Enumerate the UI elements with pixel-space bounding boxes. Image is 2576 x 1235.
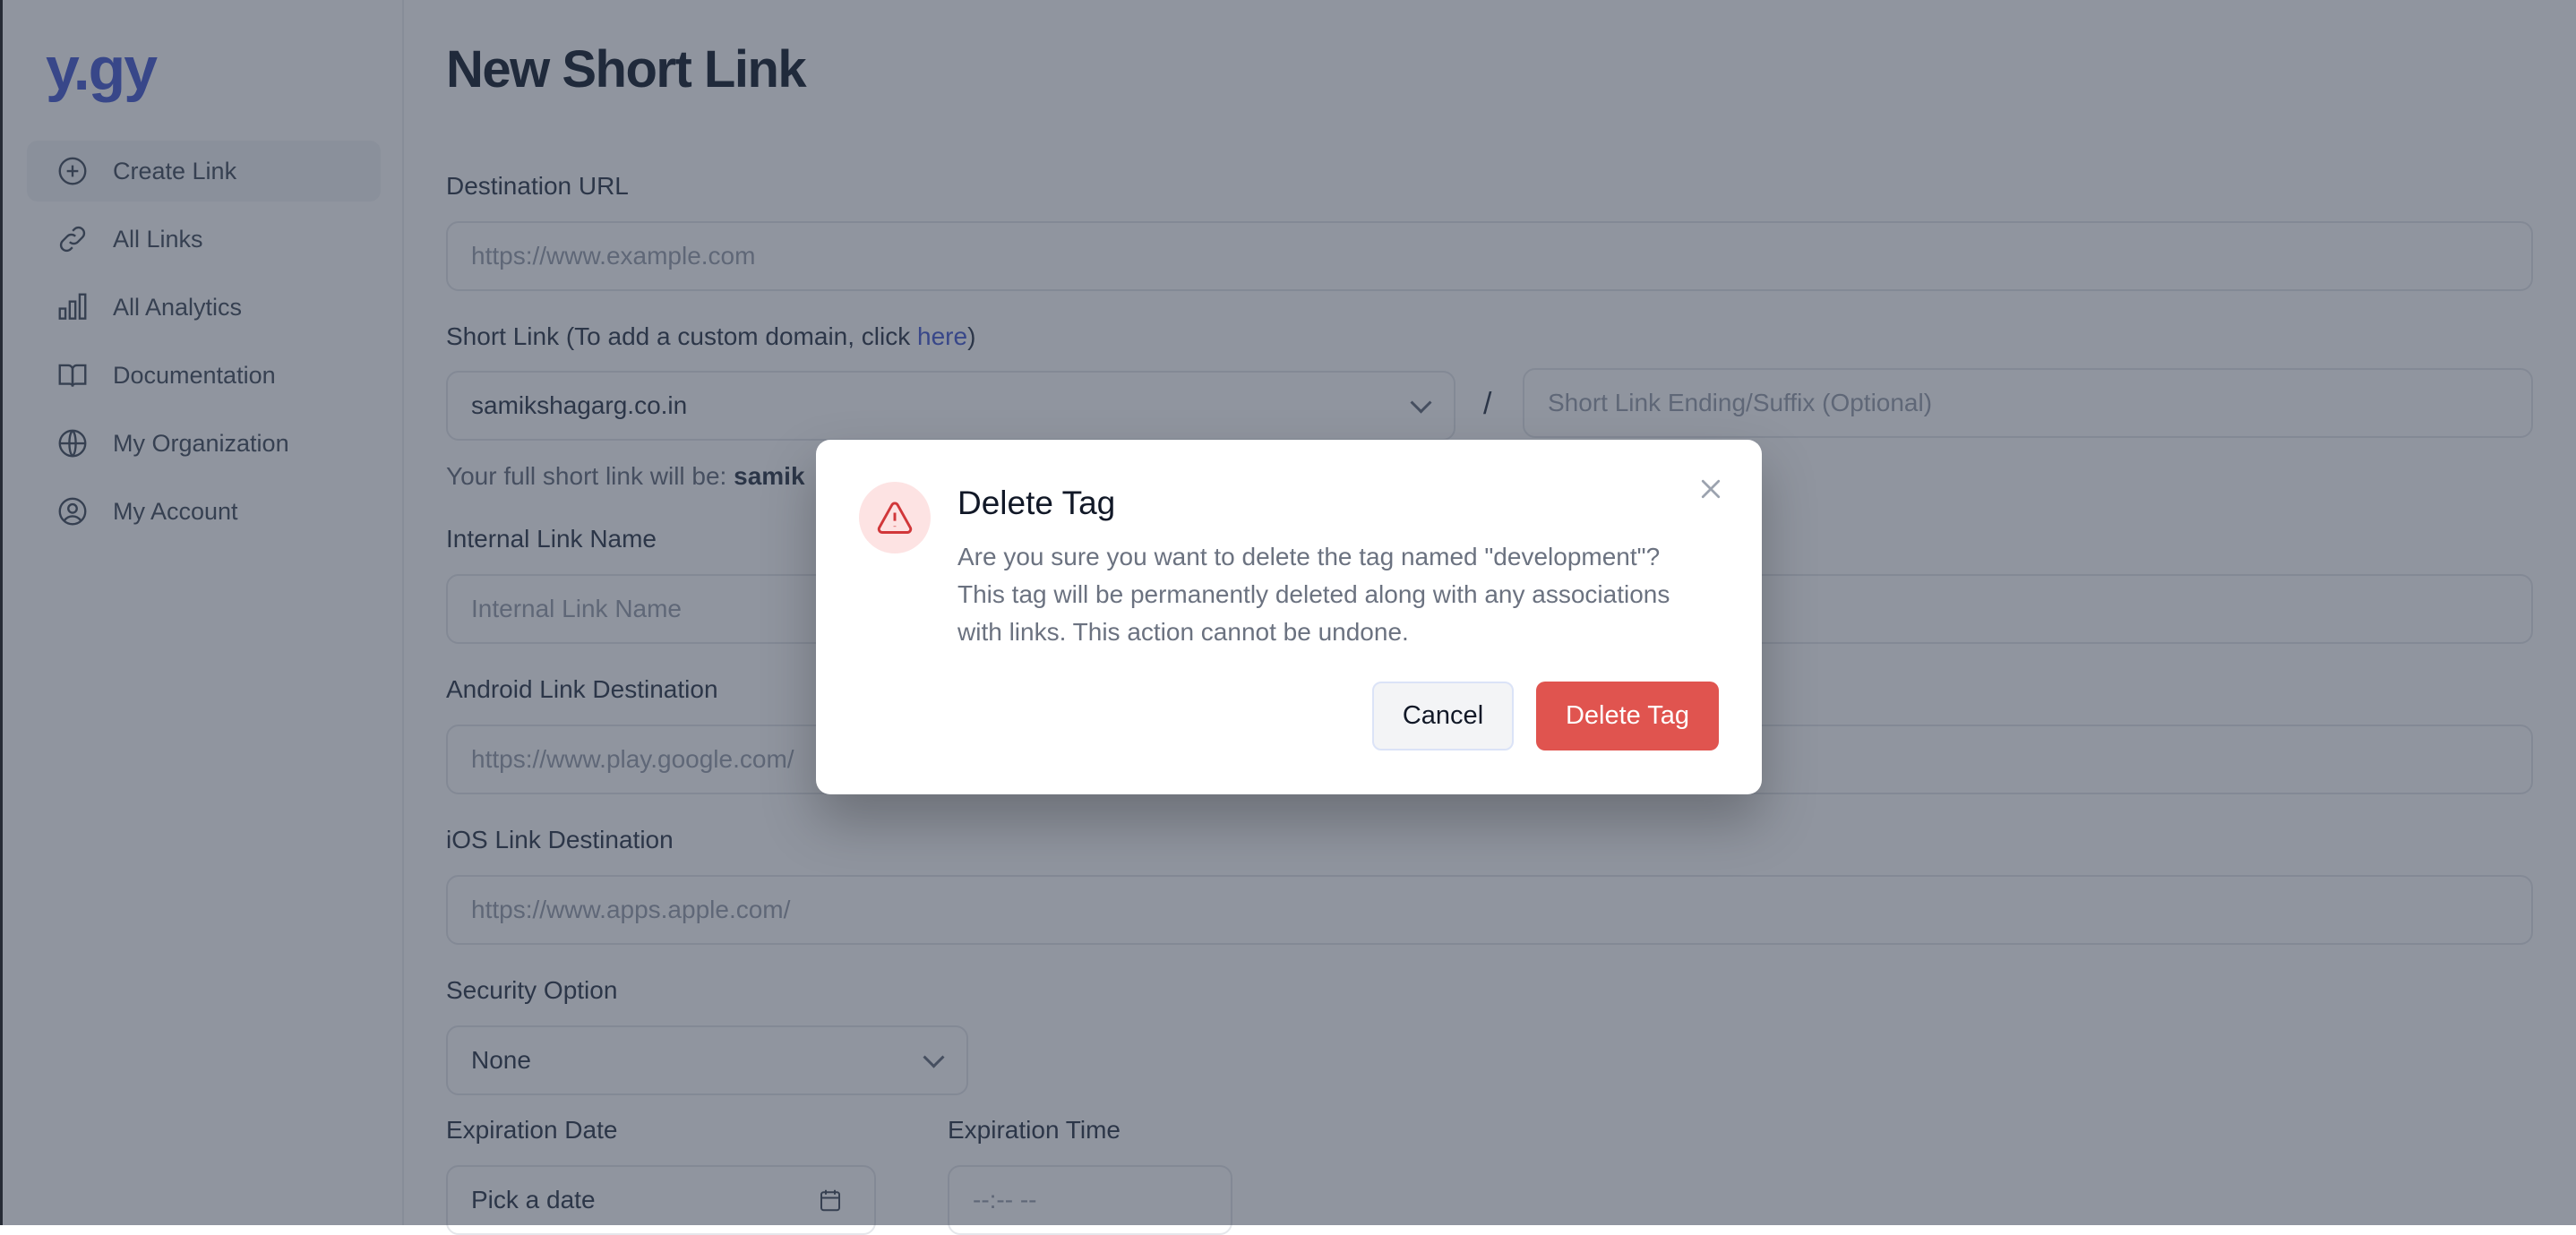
warning-icon-badge <box>859 482 931 553</box>
dialog-message: Are you sure you want to delete the tag … <box>957 543 1670 646</box>
warning-triangle-icon <box>877 502 913 534</box>
delete-tag-button[interactable]: Delete Tag <box>1536 682 1719 750</box>
close-icon <box>1701 479 1721 499</box>
delete-tag-dialog: Delete Tag Are you sure you want to dele… <box>816 440 1762 794</box>
close-button[interactable] <box>1694 472 1728 506</box>
cancel-button[interactable]: Cancel <box>1372 682 1514 750</box>
dialog-title: Delete Tag <box>957 485 1116 521</box>
